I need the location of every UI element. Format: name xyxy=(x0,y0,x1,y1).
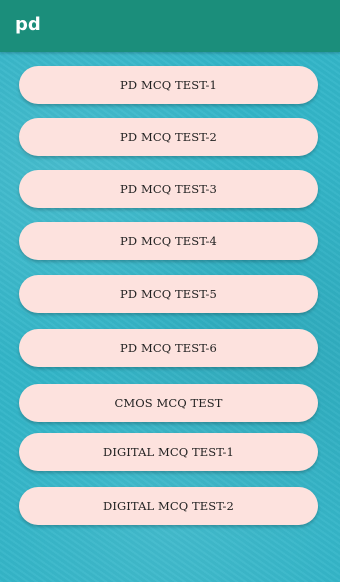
button-label: DIGITAL MCQ TEST-2 xyxy=(103,499,234,513)
pd-mcq-test-5-button[interactable]: PD MCQ TEST-5 xyxy=(19,275,318,313)
digital-mcq-test-2-button[interactable]: DIGITAL MCQ TEST-2 xyxy=(19,487,318,525)
button-label: PD MCQ TEST-6 xyxy=(120,341,217,355)
button-label: PD MCQ TEST-5 xyxy=(120,287,217,301)
pd-mcq-test-2-button[interactable]: PD MCQ TEST-2 xyxy=(19,118,318,156)
pd-mcq-test-1-button[interactable]: PD MCQ TEST-1 xyxy=(19,66,318,104)
button-label: PD MCQ TEST-2 xyxy=(120,130,217,144)
button-label: PD MCQ TEST-3 xyxy=(120,182,217,196)
app-screen: pd PD MCQ TEST-1 PD MCQ TEST-2 PD MCQ TE… xyxy=(0,0,340,582)
pd-mcq-test-3-button[interactable]: PD MCQ TEST-3 xyxy=(19,170,318,208)
button-label: DIGITAL MCQ TEST-1 xyxy=(103,445,234,459)
button-label: PD MCQ TEST-4 xyxy=(120,234,217,248)
cmos-mcq-test-button[interactable]: CMOS MCQ TEST xyxy=(19,384,318,422)
app-toolbar: pd xyxy=(0,0,340,52)
button-label: CMOS MCQ TEST xyxy=(114,396,223,410)
pd-mcq-test-6-button[interactable]: PD MCQ TEST-6 xyxy=(19,329,318,367)
digital-mcq-test-1-button[interactable]: DIGITAL MCQ TEST-1 xyxy=(19,433,318,471)
pd-mcq-test-4-button[interactable]: PD MCQ TEST-4 xyxy=(19,222,318,260)
button-label: PD MCQ TEST-1 xyxy=(120,78,217,92)
app-title: pd xyxy=(15,14,41,35)
